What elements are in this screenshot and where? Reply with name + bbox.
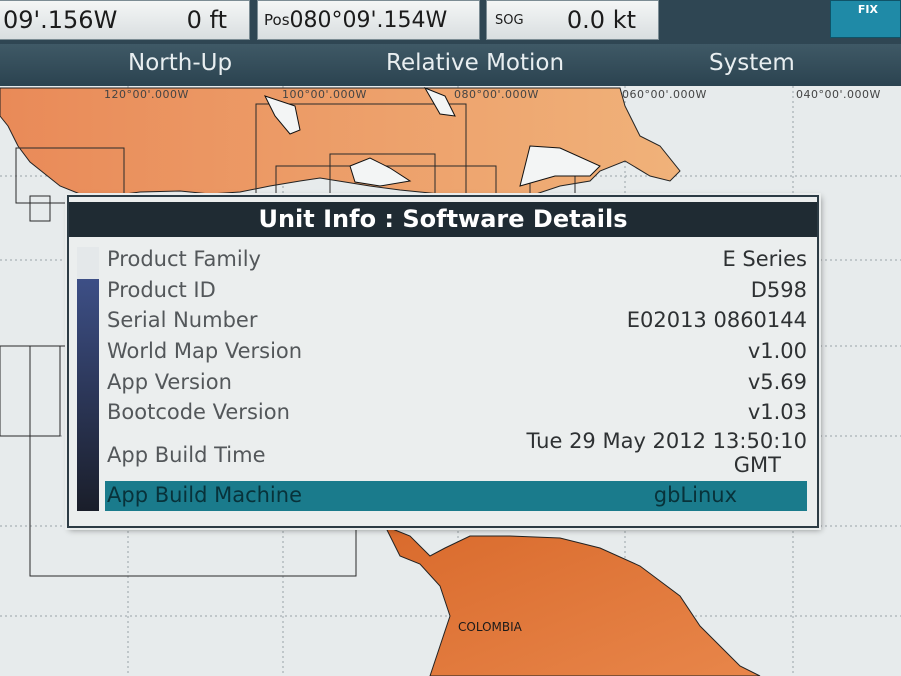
row-value: E Series	[722, 247, 807, 271]
row-value-timezone: GMT	[733, 453, 781, 477]
depth-value: 0 ft	[186, 6, 227, 34]
scrollbar-thumb[interactable]	[77, 279, 99, 511]
position-box: Pos 080°09'.154W	[257, 0, 480, 40]
longitude-label-4: 060°00'.000W	[622, 88, 707, 101]
system-mode[interactable]: System	[709, 50, 795, 76]
row-value: v5.69	[747, 370, 807, 394]
longitude-label-2: 100°00'.000W	[282, 88, 367, 101]
row-label: Serial Number	[107, 308, 258, 332]
row-label: World Map Version	[107, 339, 303, 363]
pos-value: 080°09'.154W	[289, 7, 448, 33]
row-label: App Version	[107, 370, 232, 394]
sog-box: SOG 0.0 kt	[486, 0, 659, 40]
row-value: gbLinux	[653, 483, 737, 507]
fix-label: FIX	[857, 3, 878, 16]
row-value: Tue 29 May 2012 13:50:10	[526, 429, 807, 453]
dialog-title: Unit Info : Software Details	[69, 202, 817, 237]
row-value: D598	[750, 278, 807, 302]
longitude-label-1: 120°00'.000W	[104, 88, 189, 101]
sog-label: SOG	[495, 12, 524, 28]
row-label: Product ID	[107, 278, 216, 302]
info-row-app-build-machine[interactable]: App Build Machine gbLinux	[105, 481, 807, 511]
longitude-label-3: 080°00'.000W	[454, 88, 539, 101]
motion-mode[interactable]: Relative Motion	[386, 50, 564, 76]
country-label: COLOMBIA	[458, 620, 522, 634]
row-value: v1.00	[747, 339, 807, 363]
software-details-dialog: Unit Info : Software Details Product Fam…	[67, 195, 819, 528]
sog-value: 0.0 kt	[566, 6, 636, 34]
north-america-landmass	[0, 87, 681, 202]
pos-label: Pos	[264, 11, 290, 29]
status-bar: 09'.156W 0 ft Pos 080°09'.154W SOG 0.0 k…	[0, 0, 901, 44]
longitude-label-5: 040°00'.000W	[796, 88, 881, 101]
longitude-fragment: 09'.156W	[3, 6, 118, 34]
row-label: Bootcode Version	[107, 400, 290, 424]
row-value: E02013 0860144	[626, 308, 807, 332]
info-row-app-build-time[interactable]: App Build Time Tue 29 May 2012 13:50:10 …	[105, 429, 807, 477]
row-label: App Build Machine	[107, 483, 302, 507]
south-america-landmass	[383, 525, 761, 676]
row-value: v1.03	[747, 400, 807, 424]
fix-button[interactable]: FIX	[830, 0, 901, 38]
longitude-depth-box: 09'.156W 0 ft	[0, 0, 250, 40]
row-label: App Build Time	[107, 443, 266, 467]
row-label: Product Family	[107, 247, 261, 271]
mode-bar: North-Up Relative Motion System	[0, 44, 901, 86]
orientation-mode[interactable]: North-Up	[128, 50, 232, 76]
